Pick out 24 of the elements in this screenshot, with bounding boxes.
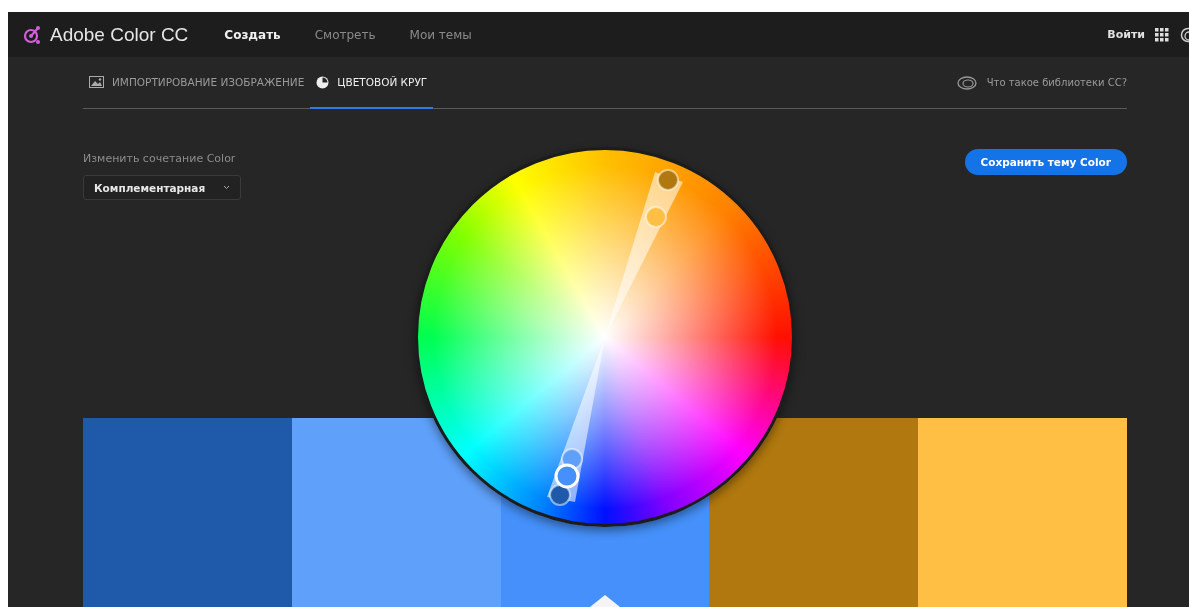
color-swatch[interactable] (291, 418, 501, 607)
harmony-dropdown[interactable]: Комплементарная (83, 175, 241, 200)
selection-marker (590, 595, 620, 607)
nav-link[interactable]: Смотреть (314, 27, 376, 42)
field-label: Изменить сочетание Color (83, 152, 237, 165)
chevron-icon (223, 185, 230, 190)
image-icon (89, 76, 104, 88)
tab[interactable]: ИМПОРТИРОВАНИЕ ИЗОБРАЖЕНИЕ (83, 57, 311, 109)
pie-icon (316, 75, 330, 89)
cloud-icon (956, 75, 977, 90)
color-handle[interactable] (554, 463, 580, 489)
cloud-icon[interactable] (1179, 26, 1189, 43)
color-swatch[interactable] (83, 418, 292, 607)
color-swatch[interactable] (918, 418, 1127, 607)
app-logo[interactable]: Adobe Color CC (50, 23, 189, 46)
nav-link[interactable]: Мои темы (409, 27, 472, 42)
color-swatch[interactable] (709, 418, 919, 607)
apps-grid-icon[interactable] (1155, 27, 1169, 42)
login-link[interactable]: Войти (1107, 28, 1145, 41)
logo-icon (22, 24, 42, 45)
nav-link[interactable]: Создать (224, 27, 281, 42)
save-button[interactable]: Сохранить тему Color (964, 149, 1127, 175)
tab[interactable]: ЦВЕТОВОЙ КРУГ (310, 57, 434, 109)
help-link[interactable]: Что такое библиотеки CC? (986, 77, 1127, 88)
